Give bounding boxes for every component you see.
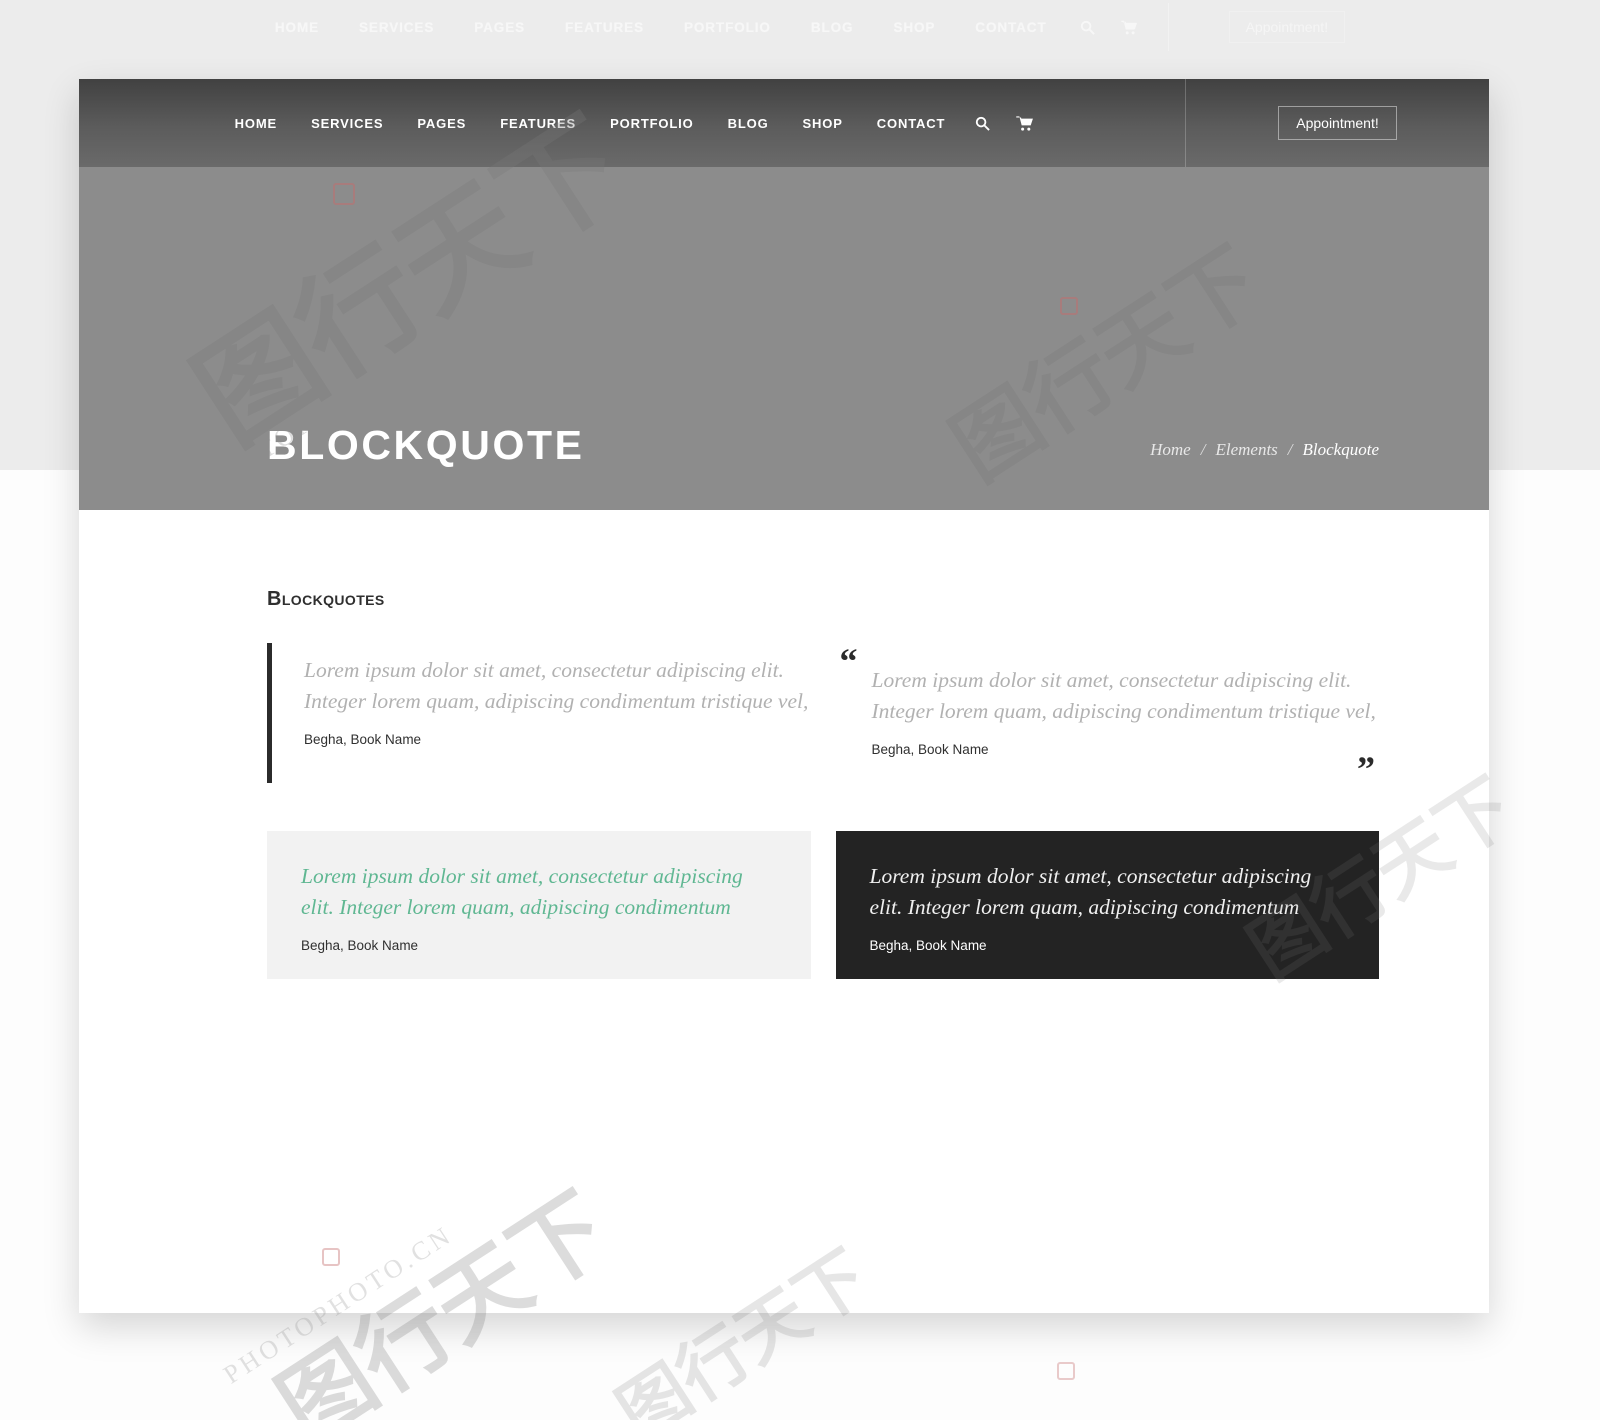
search-icon[interactable] [962, 116, 1003, 131]
blockquote-citation: Begha, Book Name [871, 741, 989, 757]
blockquote-grid: Lorem ipsum dolor sit amet, consectetur … [267, 643, 1379, 979]
breadcrumb-item-blockquote: Blockquote [1302, 440, 1379, 459]
nav-item-blog[interactable]: BLOG [711, 116, 786, 131]
blockquote-light-box: Lorem ipsum dolor sit amet, consectetur … [267, 830, 811, 979]
nav-item-shop[interactable]: SHOP [786, 116, 860, 131]
blockquote-citation: Begha, Book Name [304, 731, 422, 747]
blockquote-quote-marks: “ Lorem ipsum dolor sit amet, consectetu… [836, 641, 1380, 787]
quote-close-icon: ” [1357, 748, 1375, 789]
nav-item-services[interactable]: SERVICES [294, 116, 400, 131]
page-title: BLOCKQUOTE [267, 422, 585, 468]
shopping-cart-icon[interactable] [1003, 115, 1046, 131]
nav-item-features[interactable]: FEATURES [483, 116, 593, 131]
main-content: Blockquotes Lorem ipsum dolor sit amet, … [79, 510, 1489, 1313]
site-header: HOME SERVICES PAGES FEATURES PORTFOLIO B… [79, 79, 1489, 167]
blockquote-left-bar: Lorem ipsum dolor sit amet, consectetur … [267, 643, 811, 783]
nav-item-contact[interactable]: CONTACT [860, 116, 963, 131]
blockquote-text: Lorem ipsum dolor sit amet, consectetur … [869, 863, 1312, 920]
blockquote-citation: Begha, Book Name [869, 937, 987, 953]
nav-item-portfolio[interactable]: PORTFOLIO [593, 116, 710, 131]
blockquote-citation: Begha, Book Name [301, 937, 419, 953]
breadcrumb: Home / Elements / Blockquote [1150, 440, 1379, 466]
breadcrumb-separator: / [1287, 440, 1293, 459]
appointment-button[interactable]: Appointment! [1278, 106, 1397, 140]
page-hero-banner: BLOCKQUOTE Home / Elements / Blockquote [79, 167, 1489, 510]
nav-item-home[interactable]: HOME [218, 116, 294, 131]
header-right-area: Appointment! [1185, 79, 1489, 167]
breadcrumb-item-elements[interactable]: Elements [1215, 440, 1277, 460]
hero-inner: BLOCKQUOTE Home / Elements / Blockquote [79, 425, 1489, 466]
main-navigation: HOME SERVICES PAGES FEATURES PORTFOLIO B… [79, 79, 1185, 167]
page-card: HOME SERVICES PAGES FEATURES PORTFOLIO B… [79, 79, 1489, 1313]
blockquote-text: Lorem ipsum dolor sit amet, consectetur … [304, 658, 809, 714]
blockquote-text: Lorem ipsum dolor sit amet, consectetur … [301, 863, 743, 920]
quote-open-icon: “ [839, 641, 858, 681]
breadcrumb-item-home[interactable]: Home [1150, 440, 1191, 460]
breadcrumb-separator: / [1200, 440, 1206, 459]
section-title: Blockquotes [267, 588, 385, 610]
blockquote-dark-box: Lorem ipsum dolor sit amet, consectetur … [835, 830, 1379, 979]
blockquote-text: Lorem ipsum dolor sit amet, consectetur … [871, 668, 1376, 724]
nav-item-pages[interactable]: PAGES [400, 116, 483, 131]
